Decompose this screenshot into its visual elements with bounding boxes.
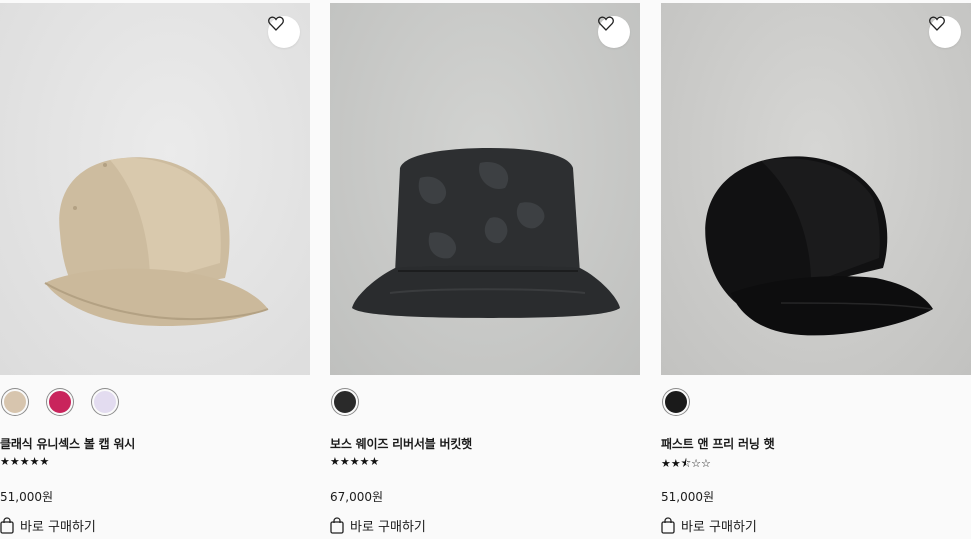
beige-baseball-cap-image (44, 157, 269, 327)
product-image[interactable] (330, 3, 640, 375)
color-swatch-pink[interactable] (47, 389, 73, 415)
color-swatches (332, 389, 358, 415)
product-name[interactable]: 클래식 유니섹스 볼 캡 워시 (0, 435, 135, 452)
heart-icon (598, 16, 614, 31)
product-price: 51,000원 (661, 490, 715, 504)
rating-stars: ★★★★★ (330, 455, 380, 468)
heart-icon (929, 16, 945, 31)
product-price: 51,000원 (0, 490, 54, 504)
buy-now-button[interactable]: 바로 구매하기 (661, 516, 757, 535)
color-swatch-lavender[interactable] (92, 389, 118, 415)
wishlist-button[interactable] (268, 16, 300, 48)
buy-now-label: 바로 구매하기 (681, 520, 757, 535)
rating-stars: ★★⯪☆☆ (661, 457, 711, 470)
buy-now-label: 바로 구매하기 (350, 520, 426, 535)
buy-now-button[interactable]: 바로 구매하기 (0, 516, 96, 535)
buy-now-label: 바로 구매하기 (20, 520, 96, 535)
product-card[interactable]: 패스트 앤 프리 러닝 햇 ★★⯪☆☆ 51,000원 바로 구매하기 (661, 0, 971, 539)
wishlist-button[interactable] (929, 16, 961, 48)
wishlist-button[interactable] (598, 16, 630, 48)
black-camo-bucket-hat-image (352, 148, 620, 318)
color-swatch-beige[interactable] (2, 389, 28, 415)
product-image[interactable] (0, 3, 310, 375)
color-swatches (663, 389, 689, 415)
product-card[interactable]: 보스 웨이즈 리버서블 버킷햇 ★★★★★ 67,000원 바로 구매하기 (330, 0, 641, 539)
shopping-bag-icon (330, 517, 344, 534)
product-image[interactable] (661, 3, 971, 375)
product-name[interactable]: 보스 웨이즈 리버서블 버킷햇 (330, 435, 472, 452)
rating-stars: ★★★★★ (0, 455, 50, 468)
color-swatch-black[interactable] (663, 389, 689, 415)
product-price: 67,000원 (330, 490, 384, 504)
shopping-bag-icon (661, 517, 675, 534)
product-name[interactable]: 패스트 앤 프리 러닝 햇 (661, 435, 775, 452)
buy-now-button[interactable]: 바로 구매하기 (330, 516, 426, 535)
product-card[interactable]: 클래식 유니섹스 볼 캡 워시 ★★★★★ 51,000원 바로 구매하기 (0, 0, 311, 539)
shopping-bag-icon (0, 517, 14, 534)
color-swatch-black-camo[interactable] (332, 389, 358, 415)
black-running-cap-image (705, 156, 933, 336)
color-swatches (2, 389, 118, 415)
heart-icon (268, 16, 284, 31)
